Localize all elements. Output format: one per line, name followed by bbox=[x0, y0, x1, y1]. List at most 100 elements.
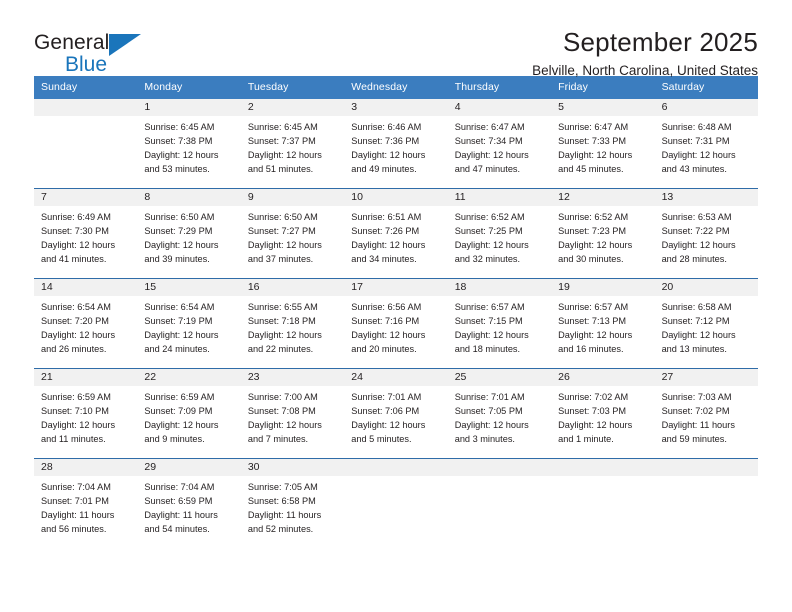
calendar-day-cell[interactable]: 12 Sunrise: 6:52 AM Sunset: 7:23 PM Dayligh… bbox=[551, 189, 655, 279]
day-detail-line: Daylight: 12 hours bbox=[144, 420, 219, 431]
day-details: Sunrise: 6:47 AM Sunset: 7:33 PM Daylight:… bbox=[551, 116, 654, 176]
day-detail-line: Daylight: 11 hours bbox=[144, 510, 218, 521]
day-details: Sunrise: 6:57 AM Sunset: 7:15 PM Daylight:… bbox=[448, 296, 551, 356]
day-detail-line: Sunset: 7:13 PM bbox=[558, 316, 627, 327]
day-details: Sunrise: 6:47 AM Sunset: 7:34 PM Daylight:… bbox=[448, 116, 551, 176]
calendar-day-cell[interactable]: 15 Sunrise: 6:54 AM Sunset: 7:19 PM Dayligh… bbox=[137, 279, 241, 369]
day-number: 9 bbox=[240, 189, 345, 207]
day-detail-line: Daylight: 12 hours bbox=[247, 150, 322, 161]
day-detail-line: Sunset: 7:05 PM bbox=[454, 406, 523, 417]
day-details: Sunrise: 6:55 AM Sunset: 7:18 PM Daylight:… bbox=[241, 296, 344, 356]
day-number: 28 bbox=[34, 459, 138, 477]
day-details: Sunrise: 7:02 AM Sunset: 7:03 PM Daylight:… bbox=[551, 386, 654, 446]
day-details: Sunrise: 7:05 AM Sunset: 6:58 PM Daylight:… bbox=[241, 476, 344, 536]
day-details: Sunrise: 6:54 AM Sunset: 7:19 PM Daylight:… bbox=[137, 296, 240, 356]
calendar-empty-cell bbox=[34, 99, 138, 189]
calendar-day-cell[interactable]: 17 Sunrise: 6:56 AM Sunset: 7:16 PM Dayligh… bbox=[344, 279, 448, 369]
day-detail-line: and 52 minutes. bbox=[247, 524, 314, 535]
day-detail-line: Sunrise: 6:47 AM bbox=[558, 122, 629, 133]
calendar-page: General Blue September 2025 Belville, No… bbox=[0, 0, 792, 612]
calendar-day-cell[interactable]: 29 Sunrise: 7:04 AM Sunset: 6:59 PM Dayligh… bbox=[137, 459, 241, 549]
calendar-day-cell[interactable]: 20 Sunrise: 6:58 AM Sunset: 7:12 PM Dayligh… bbox=[654, 279, 758, 369]
day-details bbox=[34, 116, 137, 120]
day-detail-line: Sunset: 7:31 PM bbox=[661, 136, 730, 147]
day-number: 5 bbox=[551, 99, 655, 117]
weekday-header-friday: Friday bbox=[558, 81, 588, 93]
day-number bbox=[654, 459, 758, 477]
calendar-day-cell[interactable]: 27 Sunrise: 7:03 AM Sunset: 7:02 PM Dayligh… bbox=[654, 369, 758, 459]
calendar-day-cell[interactable]: 8 Sunrise: 6:50 AM Sunset: 7:29 PM Daylight… bbox=[137, 189, 241, 279]
day-detail-line: Sunrise: 6:57 AM bbox=[454, 302, 525, 313]
day-detail-line: Daylight: 12 hours bbox=[144, 150, 219, 161]
day-detail-line: Sunrise: 6:50 AM bbox=[144, 212, 215, 223]
day-detail-line: and 51 minutes. bbox=[247, 164, 314, 175]
calendar-day-cell[interactable]: 11 Sunrise: 6:52 AM Sunset: 7:25 PM Dayligh… bbox=[447, 189, 552, 279]
day-details: Sunrise: 7:01 AM Sunset: 7:05 PM Daylight:… bbox=[448, 386, 551, 446]
day-details: Sunrise: 6:46 AM Sunset: 7:36 PM Daylight:… bbox=[344, 116, 447, 176]
day-detail-line: Sunrise: 7:03 AM bbox=[661, 392, 732, 403]
day-detail-line: Sunset: 7:37 PM bbox=[247, 136, 316, 147]
day-detail-line: Daylight: 12 hours bbox=[558, 420, 633, 431]
calendar-day-cell[interactable]: 9 Sunrise: 6:50 AM Sunset: 7:27 PM Daylight… bbox=[240, 189, 345, 279]
day-details: Sunrise: 6:49 AM Sunset: 7:30 PM Daylight:… bbox=[34, 206, 137, 266]
calendar-day-cell[interactable]: 26 Sunrise: 7:02 AM Sunset: 7:03 PM Dayligh… bbox=[551, 369, 655, 459]
calendar-day-cell[interactable]: 4 Sunrise: 6:47 AM Sunset: 7:34 PM Daylight… bbox=[447, 99, 552, 189]
day-number: 19 bbox=[551, 279, 655, 297]
day-detail-line: Sunset: 7:30 PM bbox=[41, 226, 109, 237]
day-detail-line: and 24 minutes. bbox=[144, 344, 210, 355]
calendar-day-cell[interactable]: 28 Sunrise: 7:04 AM Sunset: 7:01 PM Dayligh… bbox=[34, 459, 138, 549]
calendar-day-cell[interactable]: 22 Sunrise: 6:59 AM Sunset: 7:09 PM Dayligh… bbox=[137, 369, 241, 459]
calendar-day-cell[interactable]: 6 Sunrise: 6:48 AM Sunset: 7:31 PM Daylight… bbox=[654, 99, 758, 189]
day-details bbox=[551, 476, 654, 480]
calendar-day-cell[interactable]: 1 Sunrise: 6:45 AM Sunset: 7:38 PM Daylight… bbox=[137, 99, 241, 189]
weekday-header-saturday: Saturday bbox=[661, 81, 705, 93]
day-detail-line: Sunrise: 7:04 AM bbox=[144, 482, 215, 493]
calendar-day-cell[interactable]: 24 Sunrise: 7:01 AM Sunset: 7:06 PM Dayligh… bbox=[344, 369, 448, 459]
calendar-day-cell[interactable]: 5 Sunrise: 6:47 AM Sunset: 7:33 PM Daylight… bbox=[551, 99, 655, 189]
calendar-day-cell[interactable]: 2 Sunrise: 6:45 AM Sunset: 7:37 PM Daylight… bbox=[240, 99, 345, 189]
calendar-day-cell[interactable]: 19 Sunrise: 6:57 AM Sunset: 7:13 PM Dayligh… bbox=[551, 279, 655, 369]
calendar-day-cell[interactable]: 25 Sunrise: 7:01 AM Sunset: 7:05 PM Dayligh… bbox=[447, 369, 552, 459]
calendar-day-cell[interactable]: 21 Sunrise: 6:59 AM Sunset: 7:10 PM Dayligh… bbox=[34, 369, 138, 459]
day-details: Sunrise: 6:50 AM Sunset: 7:29 PM Daylight:… bbox=[137, 206, 240, 266]
calendar-day-cell[interactable]: 18 Sunrise: 6:57 AM Sunset: 7:15 PM Dayligh… bbox=[447, 279, 552, 369]
day-details: Sunrise: 6:56 AM Sunset: 7:16 PM Daylight:… bbox=[344, 296, 447, 356]
day-detail-line: Sunrise: 6:54 AM bbox=[41, 302, 111, 313]
day-number: 26 bbox=[551, 369, 655, 387]
day-detail-line: Sunset: 7:25 PM bbox=[454, 226, 523, 237]
day-detail-line: Daylight: 12 hours bbox=[144, 330, 219, 341]
day-detail-line: Sunrise: 6:53 AM bbox=[661, 212, 732, 223]
calendar-day-cell[interactable]: 23 Sunrise: 7:00 AM Sunset: 7:08 PM Dayligh… bbox=[240, 369, 345, 459]
calendar-day-cell[interactable]: 10 Sunrise: 6:51 AM Sunset: 7:26 PM Dayligh… bbox=[344, 189, 448, 279]
day-number: 2 bbox=[240, 99, 345, 117]
day-detail-line: and 37 minutes. bbox=[247, 254, 314, 265]
day-detail-line: and 9 minutes. bbox=[144, 434, 205, 445]
day-number: 20 bbox=[654, 279, 758, 297]
calendar-day-cell[interactable]: 3 Sunrise: 6:46 AM Sunset: 7:36 PM Daylight… bbox=[344, 99, 448, 189]
day-detail-line: and 39 minutes. bbox=[144, 254, 210, 265]
day-number: 10 bbox=[344, 189, 448, 207]
day-detail-line: and 7 minutes. bbox=[247, 434, 309, 445]
day-detail-line: and 49 minutes. bbox=[351, 164, 417, 175]
calendar-day-cell[interactable]: 14 Sunrise: 6:54 AM Sunset: 7:20 PM Dayligh… bbox=[34, 279, 138, 369]
calendar-day-cell[interactable]: 13 Sunrise: 6:53 AM Sunset: 7:22 PM Dayligh… bbox=[654, 189, 758, 279]
day-detail-line: Sunrise: 7:01 AM bbox=[454, 392, 525, 403]
calendar-week-row: 21 Sunrise: 6:59 AM Sunset: 7:10 PM Dayligh… bbox=[34, 368, 758, 459]
day-detail-line: Sunset: 6:58 PM bbox=[247, 496, 316, 507]
day-detail-line: and 18 minutes. bbox=[454, 344, 521, 355]
day-details: Sunrise: 7:04 AM Sunset: 6:59 PM Daylight:… bbox=[137, 476, 240, 536]
day-details: Sunrise: 6:58 AM Sunset: 7:12 PM Daylight:… bbox=[655, 296, 758, 356]
day-detail-line: and 30 minutes. bbox=[558, 254, 624, 265]
calendar-day-cell[interactable]: 7 Sunrise: 6:49 AM Sunset: 7:30 PM Daylight… bbox=[34, 189, 138, 279]
day-details: Sunrise: 7:04 AM Sunset: 7:01 PM Daylight:… bbox=[34, 476, 137, 536]
day-number: 17 bbox=[344, 279, 448, 297]
day-details: Sunrise: 6:50 AM Sunset: 7:27 PM Daylight:… bbox=[241, 206, 344, 266]
calendar-day-cell[interactable]: 16 Sunrise: 6:55 AM Sunset: 7:18 PM Dayligh… bbox=[240, 279, 345, 369]
day-detail-line: Daylight: 12 hours bbox=[558, 150, 633, 161]
calendar-day-cell[interactable]: 30 Sunrise: 7:05 AM Sunset: 6:58 PM Dayligh… bbox=[240, 459, 345, 549]
day-detail-line: and 53 minutes. bbox=[144, 164, 210, 175]
day-detail-line: and 56 minutes. bbox=[41, 524, 107, 535]
day-detail-line: Sunrise: 7:01 AM bbox=[351, 392, 422, 403]
day-detail-line: Sunset: 7:18 PM bbox=[247, 316, 316, 327]
day-details: Sunrise: 6:57 AM Sunset: 7:13 PM Daylight:… bbox=[551, 296, 654, 356]
